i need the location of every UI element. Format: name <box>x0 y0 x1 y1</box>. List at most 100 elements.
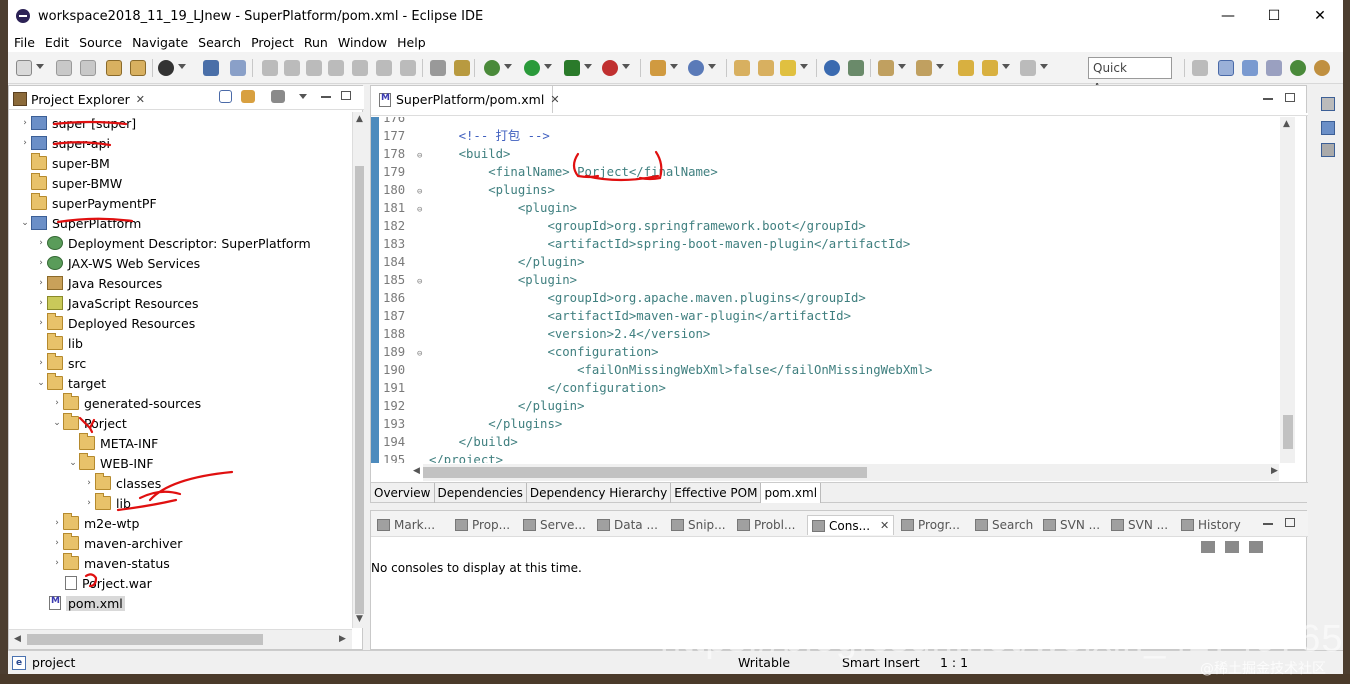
pom-tab-pom-xml[interactable]: pom.xml <box>761 483 822 503</box>
forward-dropdown-icon[interactable] <box>1040 64 1048 69</box>
expand-chevron-icon[interactable]: › <box>35 298 47 308</box>
view-tab[interactable]: Mark... <box>377 515 435 535</box>
back-icon[interactable] <box>982 60 998 76</box>
code-line[interactable]: 187 <artifactId>maven-war-plugin</artifa… <box>383 307 1279 325</box>
view-tab[interactable]: Prop... <box>455 515 510 535</box>
back-dropdown-icon[interactable] <box>1002 64 1010 69</box>
code-line[interactable]: 184 </plugin> <box>383 253 1279 271</box>
close-console-tab-icon[interactable]: ✕ <box>880 519 889 532</box>
link-with-editor-icon[interactable] <box>241 90 255 103</box>
step-over-icon[interactable] <box>376 60 392 76</box>
editor-hscroll-thumb[interactable] <box>423 467 867 478</box>
menu-search[interactable]: Search <box>198 35 241 50</box>
tree-item[interactable]: superPaymentPF <box>19 193 157 213</box>
view-tab[interactable]: Data ... <box>597 515 658 535</box>
tree-scroll-thumb[interactable] <box>355 166 364 614</box>
menu-file[interactable]: File <box>14 35 35 50</box>
code-line[interactable]: 186 <groupId>org.apache.maven.plugins</g… <box>383 289 1279 307</box>
code-line[interactable]: 195 </project> <box>383 451 1279 463</box>
toggle-mark-icon[interactable] <box>454 60 470 76</box>
run-dropdown-icon[interactable] <box>544 64 552 69</box>
menu-run[interactable]: Run <box>304 35 328 50</box>
open-perspective-icon[interactable] <box>1192 60 1208 76</box>
tree-item[interactable]: › Deployment Descriptor: SuperPlatform <box>35 233 310 253</box>
open-task-icon[interactable] <box>758 60 774 76</box>
coverage-icon[interactable] <box>564 60 580 76</box>
previous-annotation-dropdown-icon[interactable] <box>936 64 944 69</box>
tree-item[interactable]: › super [super] <box>19 113 136 133</box>
code-line[interactable]: 181 ⊖ <plugin> <box>383 199 1279 217</box>
debug-icon[interactable] <box>484 60 500 76</box>
code-line[interactable]: 178 ⊖ <build> <box>383 145 1279 163</box>
new-dropdown-icon[interactable] <box>36 64 44 69</box>
expand-chevron-icon[interactable]: › <box>51 558 63 568</box>
run-icon[interactable] <box>524 60 540 76</box>
java-ee-perspective-icon[interactable] <box>1218 60 1234 76</box>
tree-item[interactable]: › lib <box>83 493 131 513</box>
maximize-button[interactable]: ☐ <box>1251 0 1297 32</box>
new-server-dropdown-icon[interactable] <box>670 64 678 69</box>
code-line[interactable]: 189 ⊖ <configuration> <box>383 343 1279 361</box>
code-line[interactable]: 176 <box>383 117 1279 127</box>
external-tools-dropdown-icon[interactable] <box>622 64 630 69</box>
code-line[interactable]: 183 <artifactId>spring-boot-maven-plugin… <box>383 235 1279 253</box>
code-line[interactable]: 194 </build> <box>383 433 1279 451</box>
tree-item[interactable]: super-BM <box>19 153 110 173</box>
java-perspective-icon[interactable] <box>1242 60 1258 76</box>
project-explorer-tab[interactable]: Project Explorer ✕ <box>13 88 145 110</box>
maximize-console-icon[interactable] <box>1285 518 1295 527</box>
view-tab[interactable]: Progr... <box>901 515 960 535</box>
tree-horizontal-scrollbar[interactable]: ◀ ▶ <box>9 629 352 649</box>
tree-item[interactable]: › Java Resources <box>35 273 162 293</box>
open-console-icon[interactable] <box>1249 541 1263 553</box>
step-return-icon[interactable] <box>400 60 416 76</box>
tree-item[interactable]: META-INF <box>67 433 158 453</box>
tree-hscroll-thumb[interactable] <box>27 634 263 645</box>
view-tab[interactable]: History <box>1181 515 1241 535</box>
tree-item[interactable]: › src <box>35 353 86 373</box>
view-tab[interactable]: Serve... <box>523 515 586 535</box>
svn-perspective-icon[interactable] <box>1266 60 1282 76</box>
maximize-editor-icon[interactable] <box>1285 93 1295 102</box>
forward-icon[interactable] <box>1020 60 1036 76</box>
menu-edit[interactable]: Edit <box>45 35 69 50</box>
tree-item[interactable]: Porject.war <box>51 573 152 593</box>
disconnect-icon[interactable] <box>328 60 344 76</box>
code-area[interactable]: 176 177 <!-- 打包 --> 178 ⊖ <build> 179 <final… <box>371 117 1279 463</box>
new-class-icon[interactable] <box>688 60 704 76</box>
collapse-all-icon[interactable] <box>219 90 232 103</box>
tree-item[interactable]: › generated-sources <box>51 393 201 413</box>
new-icon[interactable] <box>16 60 32 76</box>
search-dropdown-icon[interactable] <box>800 64 808 69</box>
new-server-icon[interactable] <box>650 60 666 76</box>
tree-item[interactable]: pom.xml <box>35 593 125 613</box>
expand-chevron-icon[interactable]: ⌄ <box>51 418 63 428</box>
tree-item[interactable]: › JAX-WS Web Services <box>35 253 200 273</box>
editor-horizontal-scrollbar[interactable]: ◀ ▶ <box>413 464 1279 481</box>
terminal-icon[interactable] <box>203 60 219 76</box>
open-folder-icon[interactable] <box>734 60 750 76</box>
close-tab-icon[interactable]: ✕ <box>550 93 559 106</box>
expand-chevron-icon[interactable]: › <box>35 238 47 248</box>
tree-item[interactable]: › maven-status <box>51 553 170 573</box>
menu-navigate[interactable]: Navigate <box>132 35 188 50</box>
debug-perspective-icon[interactable] <box>1290 60 1306 76</box>
tree-item[interactable]: super-BMW <box>19 173 122 193</box>
expand-chevron-icon[interactable]: › <box>35 358 47 368</box>
code-line[interactable]: 191 </configuration> <box>383 379 1279 397</box>
view-menu-icon[interactable] <box>299 94 307 99</box>
new-class-dropdown-icon[interactable] <box>708 64 716 69</box>
code-line[interactable]: 182 <groupId>org.springframework.boot</g… <box>383 217 1279 235</box>
minimize-view-icon[interactable] <box>321 96 331 98</box>
editor-vertical-scrollbar[interactable]: ▲ <box>1280 117 1295 463</box>
code-line[interactable]: 179 <finalName> Porject</finalName> <box>383 163 1279 181</box>
save-icon[interactable] <box>56 60 72 76</box>
code-line[interactable]: 177 <!-- 打包 --> <box>383 127 1279 145</box>
tree-item[interactable]: › Deployed Resources <box>35 313 195 333</box>
step-into-icon[interactable] <box>352 60 368 76</box>
properties-icon[interactable] <box>106 60 122 76</box>
filter-icon[interactable] <box>271 90 285 103</box>
debug-dropdown-icon[interactable] <box>504 64 512 69</box>
code-line[interactable]: 180 ⊖ <plugins> <box>383 181 1279 199</box>
expand-chevron-icon[interactable]: › <box>83 498 95 508</box>
